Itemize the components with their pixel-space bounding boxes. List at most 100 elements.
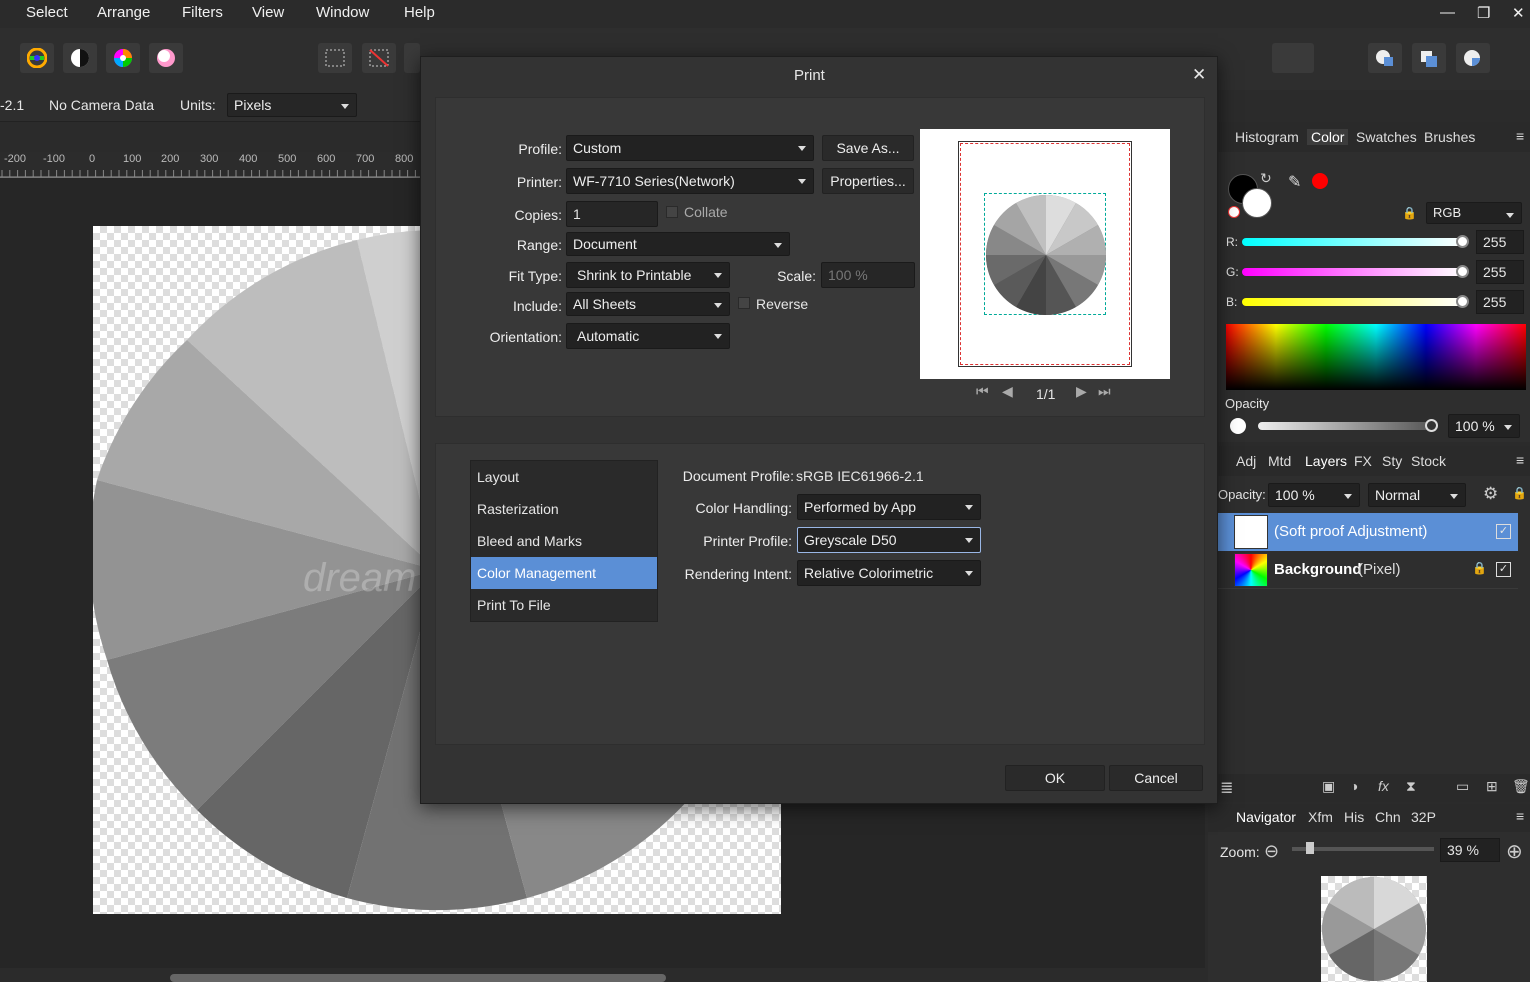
secondary-color-swatch[interactable] xyxy=(1242,188,1272,218)
copies-field[interactable]: 1 xyxy=(566,201,658,227)
boolean-add-icon[interactable] xyxy=(1368,43,1402,73)
recent-color-swatch[interactable] xyxy=(1312,173,1328,189)
tab-channels[interactable]: Chn xyxy=(1375,809,1401,825)
r-slider-knob[interactable] xyxy=(1456,235,1469,248)
navigator-preview[interactable] xyxy=(1321,876,1427,982)
menu-view[interactable]: View xyxy=(252,4,284,21)
close-icon[interactable]: ✕ xyxy=(1192,65,1206,85)
opacity-slider[interactable] xyxy=(1258,422,1434,430)
r-slider[interactable] xyxy=(1242,238,1462,246)
sphere-icon[interactable] xyxy=(149,43,183,73)
orientation-dropdown[interactable]: Automatic xyxy=(566,323,730,349)
tab-swatches[interactable]: Swatches xyxy=(1356,129,1417,145)
menu-arrange[interactable]: Arrange xyxy=(97,4,150,21)
marquee-select-icon[interactable] xyxy=(318,43,352,73)
lock-icon[interactable]: 🔒 xyxy=(1512,486,1527,500)
properties-button[interactable]: Properties... xyxy=(822,168,914,194)
include-dropdown[interactable]: All Sheets xyxy=(566,292,730,316)
menu-select[interactable]: Select xyxy=(26,4,68,21)
fx-icon[interactable]: fx xyxy=(1378,778,1389,794)
visibility-checkbox[interactable]: ✓ xyxy=(1496,562,1511,577)
tab-32p[interactable]: 32P xyxy=(1411,809,1436,825)
profile-dropdown[interactable]: Custom xyxy=(566,135,814,161)
zoom-field[interactable]: 39 % xyxy=(1440,838,1500,862)
tab-metadata[interactable]: Mtd xyxy=(1268,453,1291,469)
visibility-checkbox[interactable]: ✓ xyxy=(1496,524,1511,539)
mask-icon[interactable]: ▣ xyxy=(1322,778,1335,795)
minimize-icon[interactable]: — xyxy=(1440,4,1455,21)
units-dropdown[interactable]: Pixels xyxy=(227,93,357,117)
panel-menu-icon[interactable]: ≡ xyxy=(1516,808,1524,824)
hue-wheel-icon[interactable] xyxy=(106,43,140,73)
ok-button[interactable]: OK xyxy=(1005,765,1105,791)
folder-icon[interactable]: ▭ xyxy=(1456,778,1469,795)
printer-dropdown[interactable]: WF-7710 Series(Network) xyxy=(566,168,814,194)
collate-checkbox[interactable] xyxy=(666,206,678,218)
cancel-button[interactable]: Cancel xyxy=(1109,765,1203,791)
tab-fx[interactable]: FX xyxy=(1354,453,1372,469)
prev-page-icon[interactable]: ◀ xyxy=(1002,383,1013,400)
tab-histogram[interactable]: Histogram xyxy=(1235,129,1299,145)
nav-item-print-to-file[interactable]: Print To File xyxy=(471,589,657,621)
zoom-in-icon[interactable]: ⊕ xyxy=(1506,839,1523,864)
save-as-button[interactable]: Save As... xyxy=(822,135,914,161)
boolean-subtract-icon[interactable] xyxy=(1412,43,1446,73)
panel-menu-icon[interactable]: ≡ xyxy=(1516,128,1524,144)
next-page-icon[interactable]: ▶ xyxy=(1076,383,1087,400)
rendering-intent-dropdown[interactable]: Relative Colorimetric xyxy=(797,560,981,586)
toolbar-disabled-icon[interactable] xyxy=(1272,43,1314,73)
color-wheel-tool-icon[interactable] xyxy=(20,43,54,73)
hourglass-icon[interactable]: ⧗ xyxy=(1406,778,1416,795)
opacity-slider-knob[interactable] xyxy=(1425,419,1438,432)
tab-stock[interactable]: Stock xyxy=(1411,453,1446,469)
tab-layers[interactable]: Layers xyxy=(1305,453,1347,469)
trash-icon[interactable]: 🗑 xyxy=(1512,778,1530,795)
zoom-out-icon[interactable]: ⊖ xyxy=(1264,841,1279,862)
adjustment-icon[interactable]: ◑ xyxy=(1350,778,1358,794)
reverse-checkbox[interactable] xyxy=(738,297,750,309)
deselect-icon[interactable] xyxy=(362,43,396,73)
color-mode-dropdown[interactable]: RGB xyxy=(1426,202,1522,224)
add-layer-icon[interactable]: ⊞ xyxy=(1486,778,1498,795)
boolean-intersect-icon[interactable] xyxy=(1456,43,1490,73)
blend-mode-dropdown[interactable]: Normal xyxy=(1368,483,1466,507)
range-dropdown[interactable]: Document xyxy=(566,232,790,256)
b-slider[interactable] xyxy=(1242,298,1462,306)
g-slider-knob[interactable] xyxy=(1456,265,1469,278)
b-slider-knob[interactable] xyxy=(1456,295,1469,308)
fit-type-dropdown[interactable]: Shrink to Printable xyxy=(566,262,730,288)
contrast-icon[interactable] xyxy=(63,43,97,73)
printer-profile-dropdown[interactable]: Greyscale D50 xyxy=(797,527,981,553)
tab-navigator[interactable]: Navigator xyxy=(1236,809,1296,825)
layer-opacity-dropdown[interactable]: 100 % xyxy=(1268,483,1360,507)
panel-menu-icon[interactable]: ≡ xyxy=(1516,452,1524,468)
no-color-icon[interactable] xyxy=(1228,206,1240,218)
layers-stack-icon[interactable]: ≣ xyxy=(1220,778,1233,798)
last-page-icon[interactable]: ⏭ xyxy=(1098,383,1111,400)
menu-window[interactable]: Window xyxy=(316,4,369,21)
menu-help[interactable]: Help xyxy=(404,4,435,21)
lock-icon[interactable]: 🔒 xyxy=(1472,561,1487,575)
tab-transform[interactable]: Xfm xyxy=(1308,809,1333,825)
r-value-field[interactable]: 255 xyxy=(1476,230,1524,254)
b-value-field[interactable]: 255 xyxy=(1476,290,1524,314)
nav-item-bleed-and-marks[interactable]: Bleed and Marks xyxy=(471,525,657,557)
gear-icon[interactable]: ⚙ xyxy=(1483,484,1498,504)
g-slider[interactable] xyxy=(1242,268,1462,276)
nav-item-color-management[interactable]: Color Management xyxy=(471,557,657,589)
close-window-icon[interactable]: ✕ xyxy=(1512,4,1525,22)
opacity-field[interactable]: 100 % xyxy=(1448,414,1520,438)
tab-brushes[interactable]: Brushes xyxy=(1424,129,1475,145)
first-page-icon[interactable]: ⏮ xyxy=(976,383,989,400)
menu-filters[interactable]: Filters xyxy=(182,4,223,21)
zoom-slider-handle[interactable] xyxy=(1306,842,1314,854)
restore-icon[interactable]: ❐ xyxy=(1477,4,1490,22)
lock-icon[interactable]: 🔒 xyxy=(1402,206,1417,220)
tab-color[interactable]: Color xyxy=(1307,129,1349,145)
invert-selection-icon[interactable] xyxy=(404,43,420,73)
eyedropper-icon[interactable]: ✎ xyxy=(1288,172,1301,192)
color-handling-dropdown[interactable]: Performed by App xyxy=(797,494,981,520)
g-value-field[interactable]: 255 xyxy=(1476,260,1524,284)
layer-row[interactable]: (Soft proof Adjustment) ✓ xyxy=(1218,513,1518,551)
scale-field[interactable]: 100 % xyxy=(821,262,915,288)
